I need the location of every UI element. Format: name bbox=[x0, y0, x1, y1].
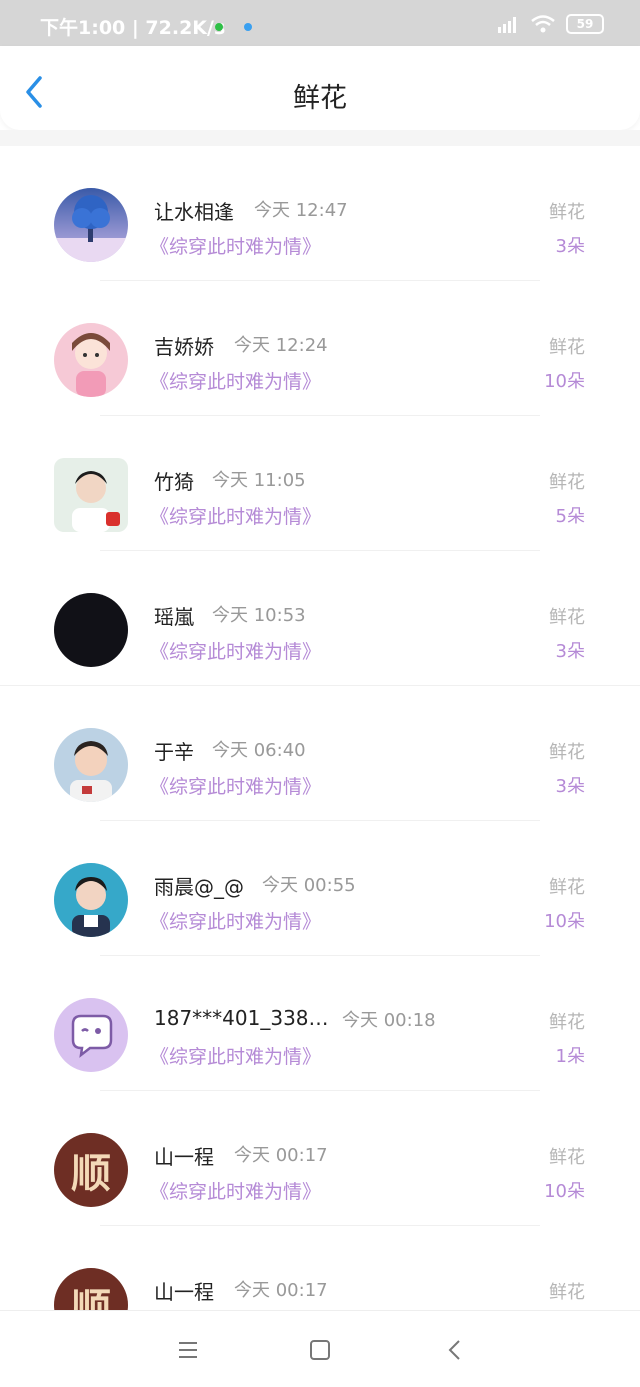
book-title-link[interactable]: 《综穿此时难为情》 bbox=[150, 637, 321, 664]
flower-count: 3朵 bbox=[555, 776, 585, 797]
timestamp: 今天 00:17 bbox=[234, 1280, 328, 1301]
user-name: 竹猗 bbox=[154, 470, 194, 494]
chat-bubble-avatar[interactable] bbox=[54, 998, 128, 1072]
user-name: 雨晨@_@ bbox=[154, 875, 244, 899]
timestamp: 今天 00:55 bbox=[262, 875, 356, 896]
wifi-icon bbox=[531, 15, 555, 33]
page-title: 鲜花 bbox=[293, 83, 347, 114]
flower-label: 鲜花 bbox=[549, 337, 585, 358]
book-title-link[interactable]: 《综穿此时难为情》 bbox=[150, 772, 321, 799]
list-item[interactable]: 竹猗 今天 11:05 《综穿此时难为情》 鲜花 5朵 bbox=[0, 416, 640, 551]
book-title-link[interactable]: 《综穿此时难为情》 bbox=[150, 907, 321, 934]
notification-dot-icon bbox=[215, 23, 223, 31]
flower-count: 10朵 bbox=[544, 911, 585, 932]
user-name: 山一程 bbox=[154, 1280, 214, 1304]
back-nav-icon[interactable] bbox=[440, 1335, 470, 1365]
tree-avatar[interactable] bbox=[54, 188, 128, 262]
flower-count: 10朵 bbox=[544, 371, 585, 392]
list-item[interactable]: 顺 山一程 今天 00:17 鲜花 bbox=[0, 1226, 640, 1310]
header: 鲜花 bbox=[0, 46, 640, 130]
flower-label: 鲜花 bbox=[549, 202, 585, 223]
menu-icon[interactable] bbox=[173, 1335, 203, 1365]
black-avatar[interactable] bbox=[54, 593, 128, 667]
user-name: 吉娇娇 bbox=[154, 335, 214, 359]
battery-icon: 59 bbox=[566, 14, 604, 34]
boy-avatar[interactable] bbox=[54, 458, 128, 532]
timestamp: 今天 06:40 bbox=[212, 740, 306, 761]
flower-count: 1朵 bbox=[555, 1046, 585, 1067]
flower-label: 鲜花 bbox=[549, 877, 585, 898]
list-item[interactable]: 吉娇娇 今天 12:24 《综穿此时难为情》 鲜花 10朵 bbox=[0, 281, 640, 416]
timestamp: 今天 00:17 bbox=[234, 1145, 328, 1166]
list-item[interactable]: 瑶嵐 今天 10:53 《综穿此时难为情》 鲜花 3朵 bbox=[0, 551, 640, 686]
flower-label: 鲜花 bbox=[549, 1147, 585, 1168]
status-indicators: 59 bbox=[496, 14, 604, 34]
flower-label: 鲜花 bbox=[549, 607, 585, 628]
list-item[interactable]: 于辛 今天 06:40 《综穿此时难为情》 鲜花 3朵 bbox=[0, 686, 640, 821]
man-avatar[interactable] bbox=[54, 863, 128, 937]
home-icon[interactable] bbox=[305, 1335, 335, 1365]
flower-count: 5朵 bbox=[555, 506, 585, 527]
system-nav-bar bbox=[0, 1310, 640, 1387]
notification-dot-icon bbox=[244, 23, 252, 31]
timestamp: 今天 10:53 bbox=[212, 605, 306, 626]
book-title-link[interactable]: 《综穿此时难为情》 bbox=[150, 1177, 321, 1204]
flower-count: 3朵 bbox=[555, 236, 585, 257]
shun-avatar[interactable]: 顺 bbox=[54, 1268, 128, 1310]
user-name: 187***401_338… bbox=[154, 1006, 329, 1030]
shun-avatar[interactable]: 顺 bbox=[54, 1133, 128, 1207]
section-gap bbox=[0, 130, 640, 146]
book-title-link[interactable]: 《综穿此时难为情》 bbox=[150, 502, 321, 529]
child-avatar[interactable] bbox=[54, 728, 128, 802]
user-name: 于辛 bbox=[154, 740, 194, 764]
timestamp: 今天 12:24 bbox=[234, 335, 328, 356]
user-name: 让水相逢 bbox=[154, 200, 234, 224]
signal-icon bbox=[498, 17, 516, 33]
book-title-link[interactable]: 《综穿此时难为情》 bbox=[150, 367, 321, 394]
list-item[interactable]: 顺 山一程 今天 00:17 《综穿此时难为情》 鲜花 10朵 bbox=[0, 1091, 640, 1226]
timestamp: 今天 00:18 bbox=[342, 1010, 436, 1031]
book-title-link[interactable]: 《综穿此时难为情》 bbox=[150, 232, 321, 259]
user-name: 瑶嵐 bbox=[154, 605, 194, 629]
flower-list: 让水相逢 今天 12:47 《综穿此时难为情》 鲜花 3朵 吉娇娇 今天 12:… bbox=[0, 146, 640, 1310]
list-item[interactable]: 187***401_338… 今天 00:18 《综穿此时难为情》 鲜花 1朵 bbox=[0, 956, 640, 1091]
status-time-speed: 下午1:00 | 72.2K/s bbox=[40, 17, 226, 39]
user-name: 山一程 bbox=[154, 1145, 214, 1169]
flower-label: 鲜花 bbox=[549, 1012, 585, 1033]
girl-avatar[interactable] bbox=[54, 323, 128, 397]
flower-count: 10朵 bbox=[544, 1181, 585, 1202]
status-bar: 下午1:00 | 72.2K/s 59 bbox=[0, 0, 640, 46]
list-item[interactable]: 让水相逢 今天 12:47 《综穿此时难为情》 鲜花 3朵 bbox=[0, 146, 640, 281]
flower-label: 鲜花 bbox=[549, 472, 585, 493]
book-title-link[interactable]: 《综穿此时难为情》 bbox=[150, 1042, 321, 1069]
flower-label: 鲜花 bbox=[549, 1282, 585, 1303]
flower-count: 3朵 bbox=[555, 641, 585, 662]
list-item[interactable]: 雨晨@_@ 今天 00:55 《综穿此时难为情》 鲜花 10朵 bbox=[0, 821, 640, 956]
timestamp: 今天 11:05 bbox=[212, 470, 306, 491]
timestamp: 今天 12:47 bbox=[254, 200, 348, 221]
flower-label: 鲜花 bbox=[549, 742, 585, 763]
